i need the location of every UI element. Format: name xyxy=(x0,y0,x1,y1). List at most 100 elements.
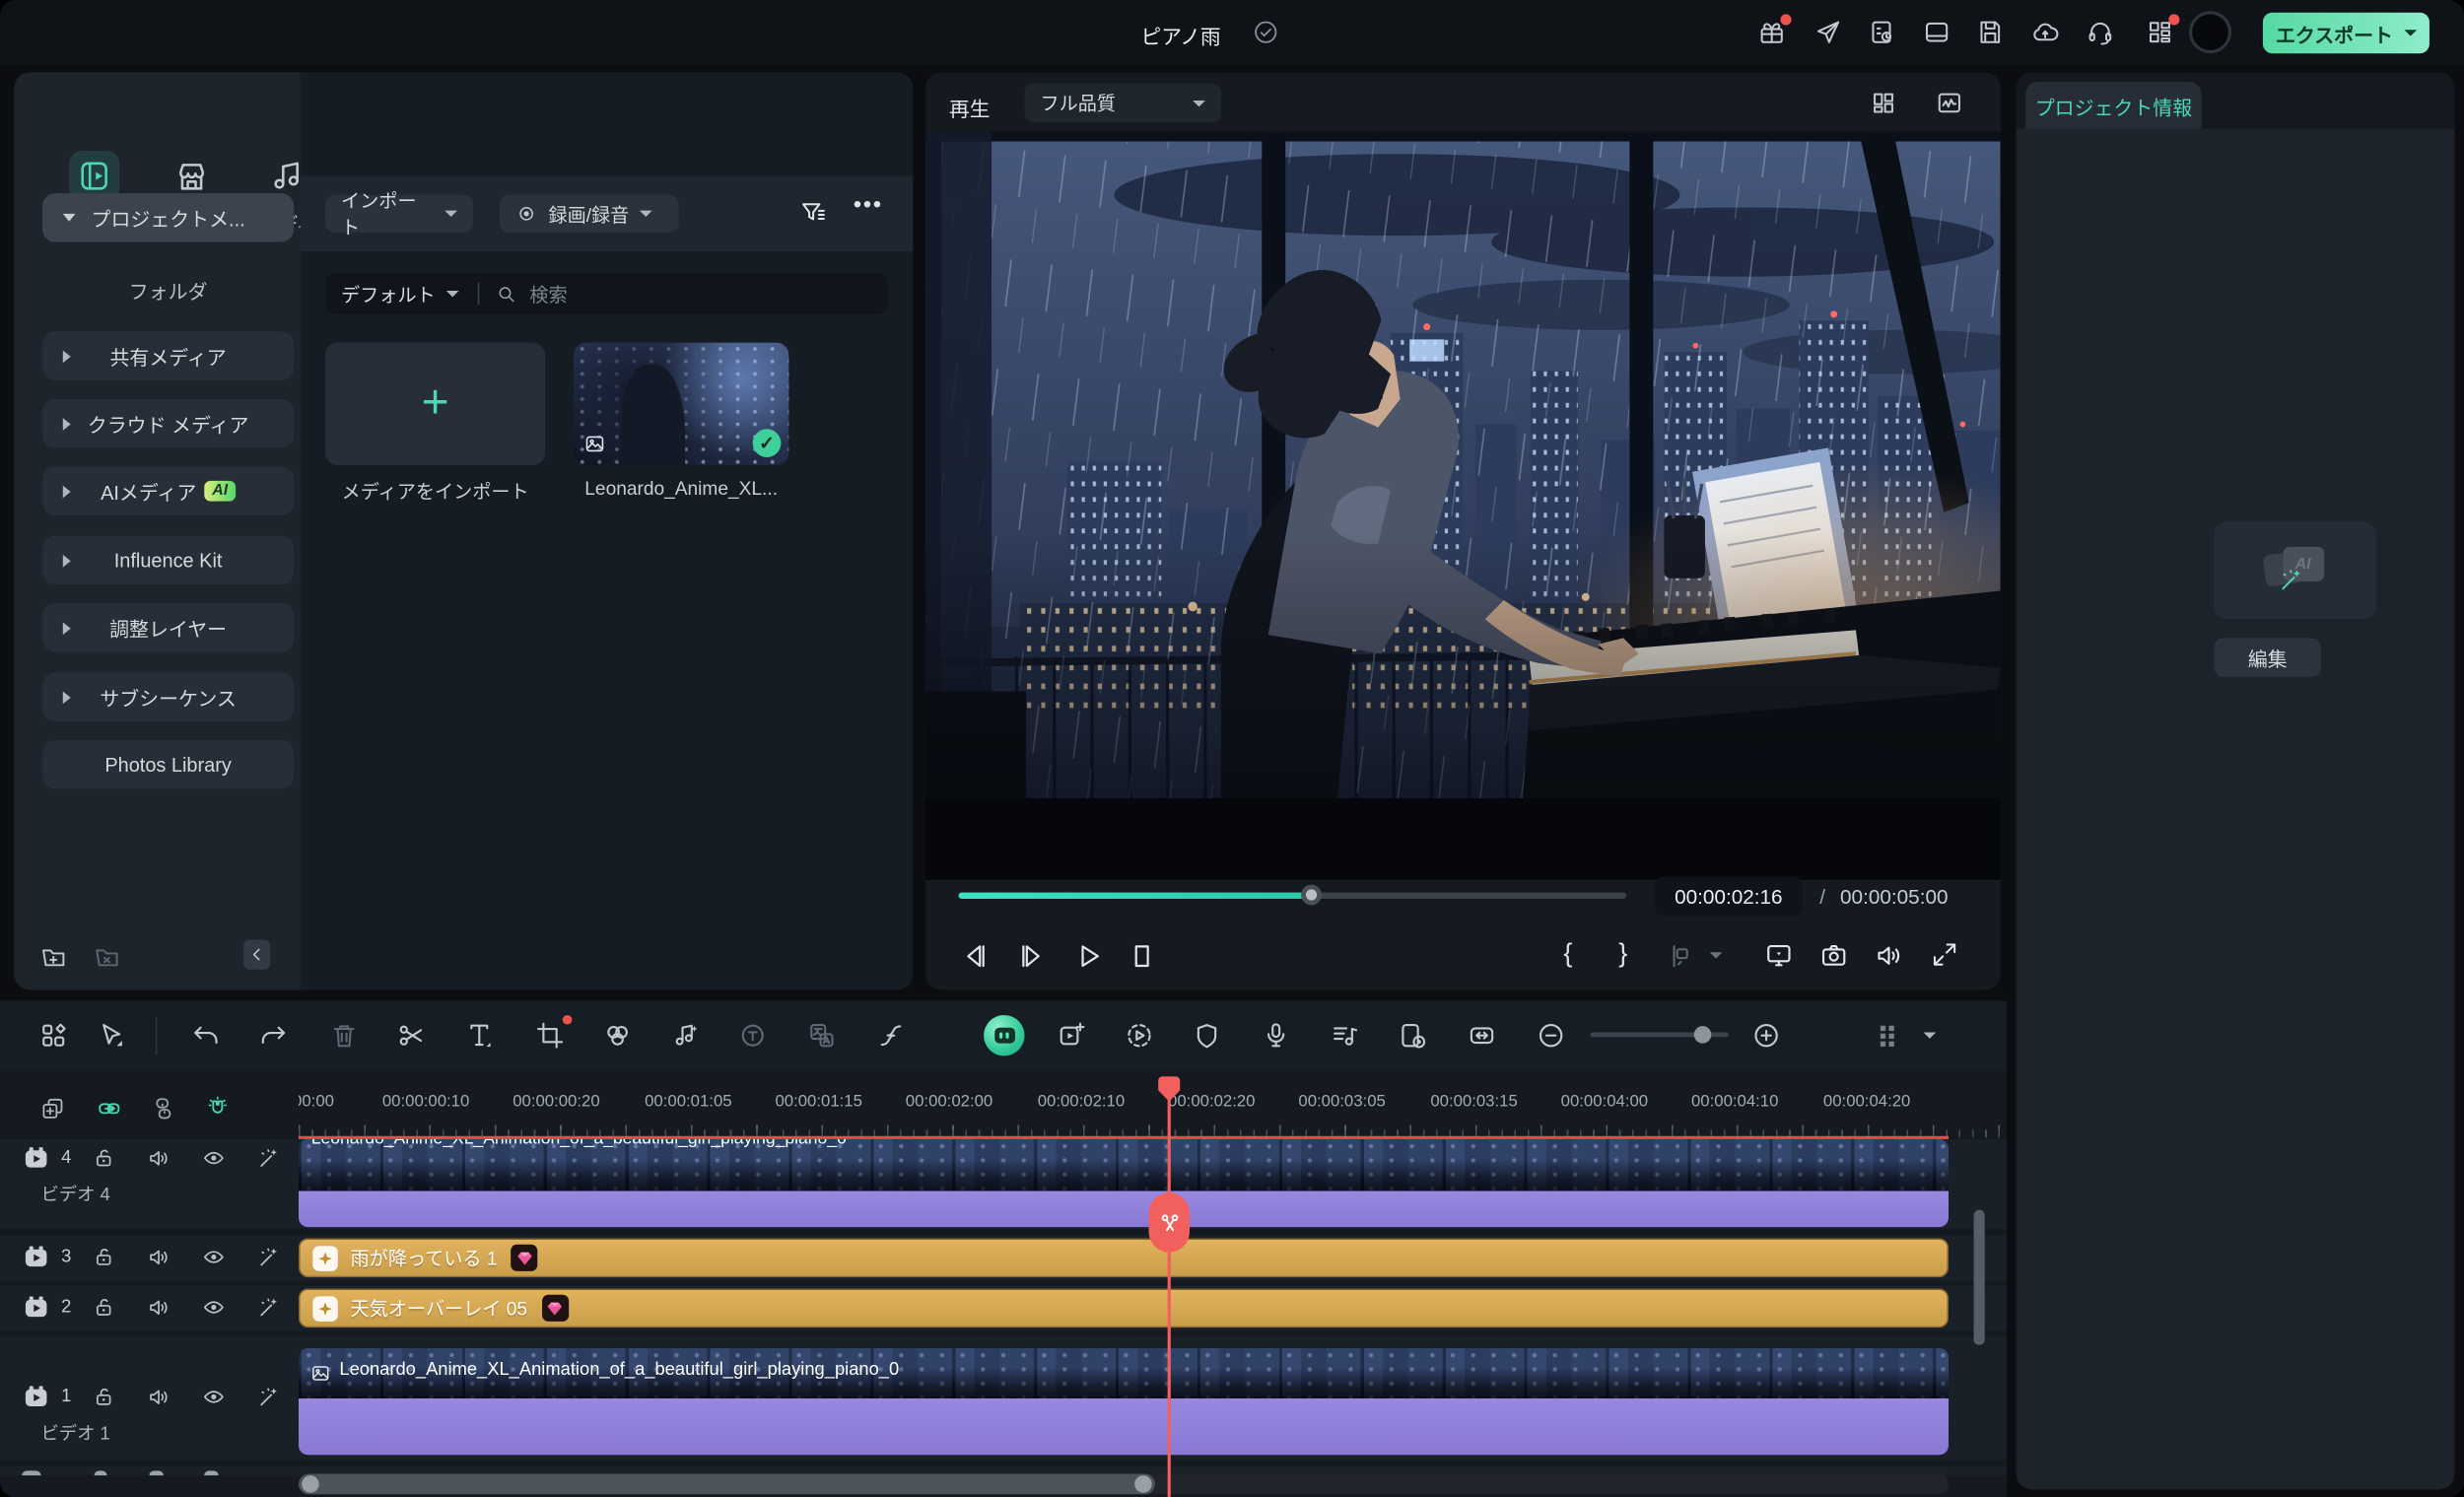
marker-icon[interactable] xyxy=(1192,1020,1223,1052)
avatar[interactable] xyxy=(2189,11,2231,53)
snapshot-icon[interactable] xyxy=(1818,939,1850,971)
lock-icon[interactable] xyxy=(91,1295,116,1321)
delete-folder-icon[interactable] xyxy=(93,943,121,972)
import-dropdown[interactable]: インポート xyxy=(325,195,473,233)
current-timecode[interactable]: 00:00:02:16 xyxy=(1655,877,1803,917)
gift-icon[interactable] xyxy=(1757,18,1787,47)
timeline-ruler[interactable]: :00:00 00:00:00:10 00:00:00:20 00:00:01:… xyxy=(299,1087,2007,1137)
mirror-display-icon[interactable] xyxy=(1763,939,1795,971)
zoom-slider-knob[interactable] xyxy=(1694,1026,1712,1044)
volume-icon[interactable] xyxy=(1874,939,1905,971)
select-tool-icon[interactable] xyxy=(96,1020,127,1052)
ai-music-icon[interactable] xyxy=(669,1020,701,1052)
export-button[interactable]: エクスポート xyxy=(2263,13,2430,53)
detach-audio-icon[interactable] xyxy=(875,1020,907,1052)
sidebar-item-subsequence[interactable]: サブシーケンス xyxy=(42,672,294,720)
mute-icon[interactable] xyxy=(146,1385,171,1410)
audio-stretch-icon[interactable] xyxy=(1330,1020,1361,1052)
mute-icon[interactable] xyxy=(146,1145,171,1171)
media-clip-tile[interactable]: ✓ xyxy=(574,343,788,465)
screen-record-icon[interactable] xyxy=(1397,1020,1428,1052)
apply-effect-icon[interactable] xyxy=(256,1145,282,1171)
sidebar-item-adjustment-layer[interactable]: 調整レイヤー xyxy=(42,603,294,651)
search-bar[interactable]: デフォルト 検索 xyxy=(325,273,888,313)
mark-clip-icon[interactable] xyxy=(1664,941,1693,971)
stop-button[interactable] xyxy=(1126,939,1158,972)
mark-caret-icon[interactable] xyxy=(1710,952,1723,958)
hide-icon[interactable] xyxy=(201,1145,227,1171)
save-icon[interactable] xyxy=(1975,18,2005,47)
split-icon[interactable] xyxy=(396,1020,428,1052)
next-frame-button[interactable] xyxy=(1015,939,1048,972)
filter-icon[interactable] xyxy=(798,198,828,228)
text-to-speech-icon[interactable] xyxy=(737,1020,769,1052)
preview-progress-bar[interactable] xyxy=(959,893,1627,899)
add-track-icon[interactable] xyxy=(39,1095,66,1122)
hide-icon[interactable] xyxy=(201,1245,227,1270)
timeline-hscroll-bar[interactable] xyxy=(299,1474,1155,1495)
sort-dropdown[interactable]: デフォルト xyxy=(341,281,436,307)
hscroll-handle-left[interactable] xyxy=(302,1475,319,1493)
timeline-hscroll-groove[interactable] xyxy=(299,1474,1949,1495)
progress-knob[interactable] xyxy=(1302,885,1323,906)
fit-timeline-icon[interactable] xyxy=(1467,1020,1498,1052)
clip-rain-effect[interactable]: 雨が降っている 1 xyxy=(299,1238,1949,1277)
import-media-tile[interactable]: + xyxy=(325,343,545,465)
more-options-icon[interactable]: ••• xyxy=(854,192,883,219)
fullscreen-icon[interactable] xyxy=(1930,939,1959,969)
clip-volume-band[interactable] xyxy=(299,1398,1949,1455)
apps-menu-icon[interactable] xyxy=(2145,18,2174,47)
clip-volume-band[interactable] xyxy=(299,1191,1949,1228)
timeline-vscroll-bar[interactable] xyxy=(1974,1210,1985,1345)
layout-icon[interactable] xyxy=(1922,18,1951,47)
quality-dropdown[interactable]: フル品質 xyxy=(1025,84,1221,123)
previous-frame-button[interactable] xyxy=(959,939,992,972)
play-button[interactable] xyxy=(1071,939,1104,972)
zoom-in-icon[interactable] xyxy=(1750,1020,1782,1052)
share-icon[interactable] xyxy=(1814,18,1843,47)
add-clip-icon[interactable] xyxy=(1056,1020,1087,1052)
hide-icon[interactable] xyxy=(201,1295,227,1321)
sidebar-item-shared-media[interactable]: 共有メディア xyxy=(42,331,294,379)
apply-effect-icon[interactable] xyxy=(256,1295,282,1321)
lock-icon[interactable] xyxy=(91,1245,116,1270)
playhead-split-button[interactable] xyxy=(1148,1192,1189,1253)
playhead-line[interactable] xyxy=(1168,1078,1171,1497)
render-queue-icon[interactable] xyxy=(1867,18,1896,47)
hscroll-handle-right[interactable] xyxy=(1134,1475,1152,1493)
track-height-caret-icon[interactable] xyxy=(1924,1033,1937,1039)
toolbox-icon[interactable] xyxy=(37,1020,69,1052)
zoom-out-icon[interactable] xyxy=(1536,1020,1567,1052)
crop-tool-icon[interactable] xyxy=(534,1020,566,1052)
tab-project-info[interactable]: プロジェクト情報 xyxy=(2025,82,2202,129)
hide-icon[interactable] xyxy=(201,1385,227,1410)
apply-effect-icon[interactable] xyxy=(256,1385,282,1410)
timeline-zoom-slider[interactable] xyxy=(1591,1033,1729,1038)
sidebar-item-ai-media[interactable]: AIメディア AI xyxy=(42,467,294,515)
undo-icon[interactable] xyxy=(190,1020,222,1052)
scopes-icon[interactable] xyxy=(1935,88,1964,117)
clip-video-4[interactable]: Leonardo_Anime_XL_Animation_of_a_beautif… xyxy=(299,1139,1949,1227)
lock-icon[interactable] xyxy=(91,1385,116,1410)
mark-in-brace-icon[interactable]: { xyxy=(1563,938,1572,970)
edit-thumbnail-button[interactable]: 編集 xyxy=(2214,638,2320,677)
mark-out-brace-icon[interactable]: } xyxy=(1618,938,1627,970)
cloud-backup-icon[interactable] xyxy=(2030,18,2060,47)
delete-icon[interactable] xyxy=(328,1020,360,1052)
sidebar-item-influence-kit[interactable]: Influence Kit xyxy=(42,536,294,584)
search-input[interactable]: 検索 xyxy=(529,281,567,307)
new-folder-icon[interactable] xyxy=(39,943,68,972)
preview-render-icon[interactable] xyxy=(1124,1020,1155,1052)
multiview-icon[interactable] xyxy=(1869,88,1898,117)
link-clips-icon[interactable] xyxy=(96,1095,122,1122)
redo-icon[interactable] xyxy=(257,1020,289,1052)
text-tool-icon[interactable] xyxy=(463,1020,495,1052)
sidebar-item-photos-library[interactable]: Photos Library xyxy=(42,740,294,788)
thumbnail-placeholder[interactable]: AI xyxy=(2214,521,2375,619)
mute-icon[interactable] xyxy=(146,1245,171,1270)
sidebar-item-cloud-media[interactable]: クラウド メディア xyxy=(42,399,294,447)
voiceover-icon[interactable] xyxy=(1261,1020,1292,1052)
translate-icon[interactable] xyxy=(806,1020,838,1052)
lock-icon[interactable] xyxy=(91,1145,116,1171)
ai-copilot-button[interactable] xyxy=(984,1015,1024,1055)
